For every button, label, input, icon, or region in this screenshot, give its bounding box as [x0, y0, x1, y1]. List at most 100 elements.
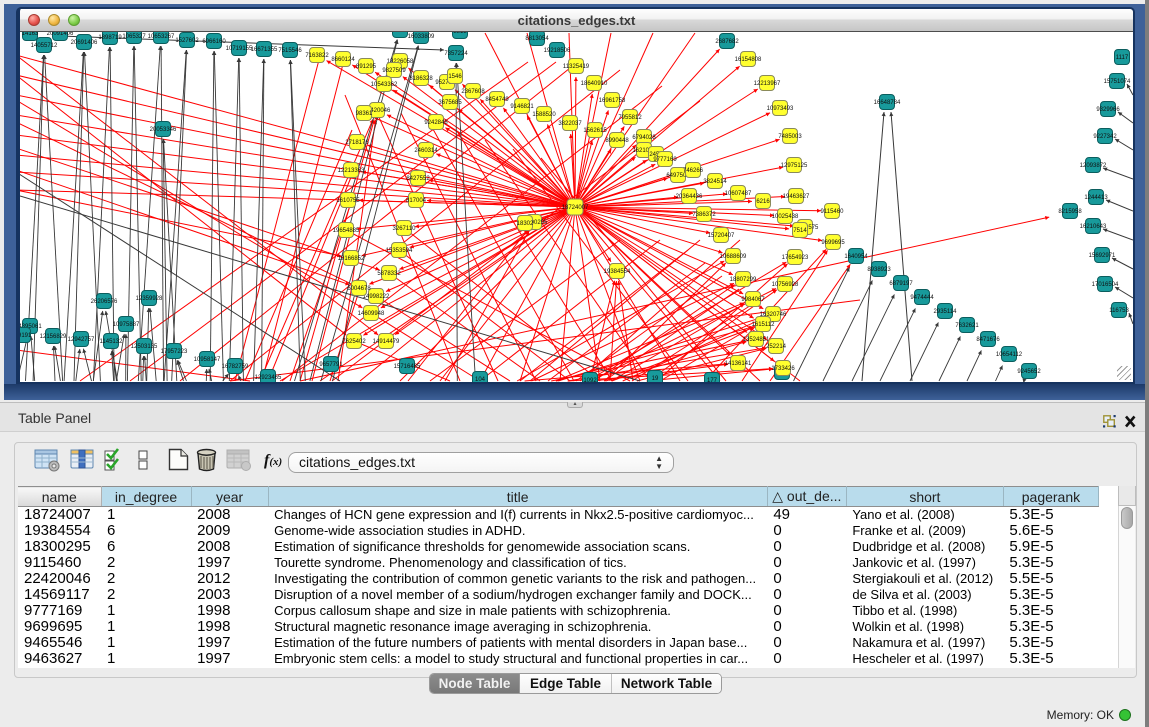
svg-text:14914479: 14914479 [373, 339, 400, 345]
svg-text:6216: 6216 [756, 199, 770, 205]
svg-text:10756928: 10756928 [772, 282, 799, 288]
svg-text:19166852: 19166852 [338, 256, 365, 262]
svg-text:12156829: 12156829 [40, 334, 67, 340]
svg-text:10653267: 10653267 [148, 34, 175, 40]
svg-text:6004678: 6004678 [347, 286, 371, 292]
svg-text:7514: 7514 [793, 228, 807, 234]
svg-text:13524851: 13524851 [743, 337, 770, 343]
svg-text:18302: 18302 [517, 221, 534, 227]
svg-text:9146821: 9146821 [510, 104, 534, 110]
svg-text:3675685: 3675685 [438, 100, 462, 106]
svg-text:17016504: 17016504 [1092, 282, 1119, 288]
svg-text:15720407: 15720407 [708, 233, 735, 239]
svg-text:1588520: 1588520 [532, 112, 556, 118]
svg-text:14163: 14163 [22, 32, 39, 37]
svg-text:1733426: 1733426 [771, 366, 795, 372]
svg-text:18640910: 18640910 [581, 81, 608, 87]
svg-text:20053346: 20053346 [150, 127, 177, 133]
svg-text:116753: 116753 [1109, 308, 1129, 314]
svg-text:252214: 252214 [766, 344, 787, 350]
svg-text:3267110: 3267110 [393, 226, 417, 232]
svg-text:1898719: 1898719 [98, 35, 122, 41]
svg-text:10688609: 10688609 [720, 254, 747, 260]
svg-text:20091406: 20091406 [47, 32, 74, 37]
svg-text:1527602: 1527602 [175, 38, 199, 44]
svg-text:8215958: 8215958 [1058, 209, 1082, 215]
svg-text:1145132: 1145132 [100, 339, 124, 345]
svg-text:8990448: 8990448 [605, 138, 629, 144]
svg-text:3822037: 3822037 [558, 121, 582, 127]
svg-text:20364436: 20364436 [676, 194, 703, 200]
svg-text:2718176: 2718176 [345, 140, 369, 146]
svg-text:2367608: 2367608 [461, 89, 485, 95]
svg-text:15692971: 15692971 [1089, 253, 1116, 259]
svg-text:9777169: 9777169 [653, 157, 677, 163]
svg-text:9984067: 9984067 [741, 297, 765, 303]
svg-text:f(x): f(x) [264, 452, 282, 469]
svg-text:14998222: 14998222 [363, 294, 390, 300]
svg-text:1546: 1546 [448, 74, 462, 80]
svg-text:891295: 891295 [356, 64, 377, 70]
svg-text:8660124: 8660124 [331, 57, 355, 63]
svg-text:20691406: 20691406 [71, 40, 98, 46]
svg-text:10607487: 10607487 [725, 191, 752, 197]
svg-text:9245652: 9245652 [1017, 369, 1041, 375]
svg-text:7515546: 7515546 [278, 48, 302, 54]
svg-text:1610755: 1610755 [336, 198, 360, 204]
svg-text:8813054: 8813054 [525, 36, 549, 42]
svg-text:10719155: 10719155 [226, 46, 253, 52]
svg-text:1615112: 1615112 [752, 322, 776, 328]
svg-text:177: 177 [707, 378, 718, 382]
svg-text:7163822: 7163822 [305, 53, 329, 59]
svg-text:16961758: 16961758 [599, 98, 626, 104]
svg-text:9115460: 9115460 [821, 209, 845, 215]
svg-text:15353594: 15353594 [386, 248, 413, 254]
svg-text:16210643: 16210643 [1080, 224, 1107, 230]
svg-text:104: 104 [475, 377, 486, 382]
svg-text:16033809: 16033809 [408, 34, 435, 40]
svg-text:9329966: 9329966 [1096, 107, 1120, 113]
svg-text:19654885: 19654885 [333, 228, 360, 234]
svg-text:10975887: 10975887 [113, 322, 140, 328]
svg-text:2460314: 2460314 [414, 148, 438, 154]
svg-text:17654923: 17654923 [782, 255, 809, 261]
svg-text:18807299: 18807299 [730, 277, 757, 283]
svg-text:7357224: 7357224 [444, 51, 468, 57]
svg-text:8471676: 8471676 [976, 337, 1000, 343]
svg-text:15751074: 15751074 [1104, 79, 1131, 85]
svg-text:12942757: 12942757 [68, 337, 95, 343]
svg-text:12213363: 12213363 [338, 168, 365, 174]
svg-text:8938923: 8938923 [867, 267, 891, 273]
svg-text:10654112: 10654112 [996, 352, 1023, 358]
svg-text:1640954: 1640954 [844, 254, 868, 260]
svg-text:98361: 98361 [356, 111, 373, 117]
svg-text:7955812: 7955812 [618, 115, 642, 121]
svg-text:12359928: 12359928 [136, 296, 163, 302]
svg-text:1562615: 1562615 [583, 128, 607, 134]
svg-text:16782759: 16782759 [222, 364, 249, 370]
svg-text:16154808: 16154808 [735, 57, 762, 63]
svg-text:7625402: 7625402 [342, 339, 366, 345]
svg-text:16671355: 16671355 [251, 47, 278, 53]
svg-text:14609948: 14609948 [358, 311, 385, 317]
svg-text:39191: 39191 [20, 333, 32, 339]
svg-text:19218506: 19218506 [544, 48, 571, 54]
svg-text:10958147: 10958147 [194, 357, 221, 363]
svg-text:19: 19 [652, 376, 659, 382]
svg-text:8186328: 8186328 [409, 76, 433, 82]
svg-text:18724007: 18724007 [562, 205, 589, 211]
svg-text:6966160: 6966160 [202, 39, 226, 45]
svg-text:7632621: 7632621 [955, 323, 979, 329]
svg-text:19463627: 19463627 [783, 194, 810, 200]
svg-text:9657791: 9657791 [319, 362, 343, 368]
svg-text:10543362: 10543362 [371, 82, 398, 88]
svg-text:12093872: 12093872 [1080, 163, 1107, 169]
svg-text:17957223: 17957223 [161, 349, 188, 355]
svg-text:1117: 1117 [1116, 55, 1129, 61]
svg-text:3824514: 3824514 [703, 179, 727, 185]
svg-text:12213967: 12213967 [754, 81, 781, 87]
svg-text:9699695: 9699695 [821, 240, 845, 246]
svg-text:1897: 1897 [393, 32, 407, 34]
svg-text:746266: 746266 [683, 168, 704, 174]
svg-text:6794028: 6794028 [632, 135, 656, 141]
